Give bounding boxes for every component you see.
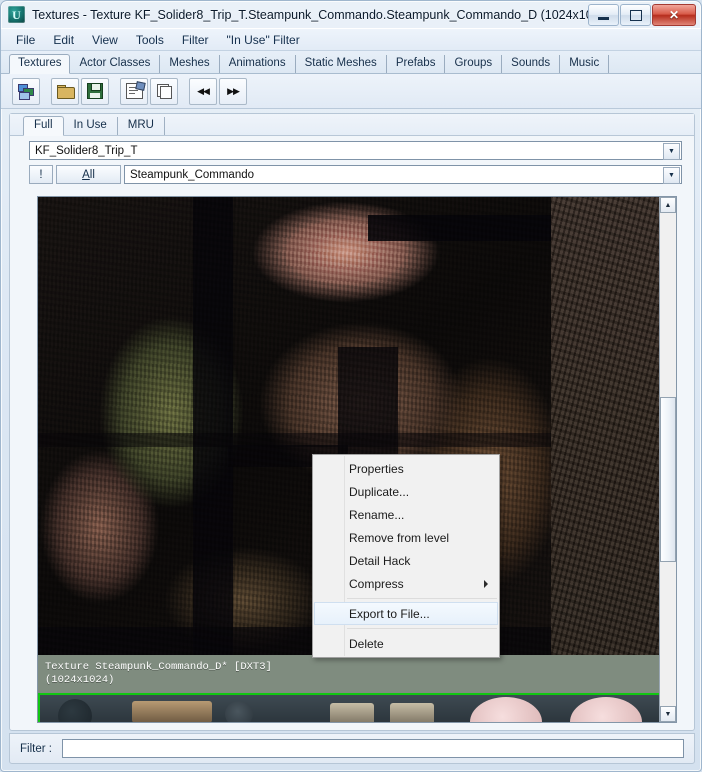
- context-menu-item-rename[interactable]: Rename...: [314, 503, 498, 526]
- context-menu-item-delete[interactable]: Delete: [314, 632, 498, 655]
- nav-forward-icon: ▶▶: [227, 85, 240, 96]
- tab-animations[interactable]: Animations: [220, 54, 296, 73]
- bang-filter-button[interactable]: !: [29, 165, 53, 184]
- duplicate-button[interactable]: [150, 77, 178, 105]
- toolbar: ◀◀ ▶▶: [1, 74, 701, 109]
- group-combo-value: Steampunk_Commando: [130, 168, 255, 181]
- context-menu-item-detail-hack[interactable]: Detail Hack: [314, 549, 498, 572]
- context-menu-item-duplicate[interactable]: Duplicate...: [314, 480, 498, 503]
- filter-label: Filter :: [20, 742, 52, 755]
- open-package-button[interactable]: [51, 77, 79, 105]
- context-menu-item-compress[interactable]: Compress: [314, 572, 498, 595]
- nav-back-button[interactable]: ◀◀: [189, 77, 217, 105]
- maximize-button[interactable]: [620, 4, 651, 26]
- scroll-down-button[interactable]: ▼: [660, 706, 676, 722]
- texture-browser-window: U Textures - Texture KF_Solider8_Trip_T.…: [0, 0, 702, 772]
- browser-type-tabs: Textures Actor Classes Meshes Animations…: [1, 51, 701, 74]
- chevron-right-icon: [484, 579, 488, 588]
- texture-caption-line1: Texture Steampunk_Commando_D* [DXT3]: [45, 661, 272, 673]
- context-menu-separator-1: [347, 598, 497, 599]
- menu-tools[interactable]: Tools: [127, 31, 173, 49]
- package-combo[interactable]: KF_Solider8_Trip_T ▼: [29, 141, 682, 160]
- menu-bar: File Edit View Tools Filter "In Use" Fil…: [1, 28, 701, 51]
- new-package-icon: [17, 83, 35, 100]
- package-row: KF_Solider8_Trip_T ▼: [10, 136, 694, 160]
- tab-prefabs[interactable]: Prefabs: [387, 54, 446, 73]
- app-logo-icon: U: [8, 6, 25, 23]
- close-button[interactable]: ✕: [652, 4, 696, 26]
- tab-meshes[interactable]: Meshes: [160, 54, 220, 73]
- chevron-down-icon[interactable]: ▼: [663, 143, 680, 160]
- context-menu-item-compress-label: Compress: [349, 576, 404, 591]
- subtab-mru[interactable]: MRU: [118, 116, 165, 135]
- subtab-in-use[interactable]: In Use: [64, 116, 118, 135]
- menu-edit[interactable]: Edit: [44, 31, 83, 49]
- texture-caption: Texture Steampunk_Commando_D* [DXT3] (10…: [38, 655, 659, 693]
- package-combo-value: KF_Solider8_Trip_T: [35, 144, 138, 157]
- chevron-down-icon-group[interactable]: ▼: [663, 167, 680, 184]
- minimize-icon: [598, 16, 609, 20]
- menu-view[interactable]: View: [83, 31, 127, 49]
- texture-context-menu[interactable]: Properties Duplicate... Rename... Remove…: [312, 454, 500, 658]
- menu-filter[interactable]: Filter: [173, 31, 218, 49]
- view-mode-tabs: Full In Use MRU: [10, 114, 694, 136]
- filter-input[interactable]: [61, 739, 684, 758]
- all-groups-button[interactable]: All: [56, 165, 121, 184]
- title-bar: U Textures - Texture KF_Solider8_Trip_T.…: [1, 1, 701, 28]
- scroll-up-button[interactable]: ▲: [660, 197, 676, 213]
- properties-icon: [125, 81, 146, 99]
- nav-forward-button[interactable]: ▶▶: [219, 77, 247, 105]
- group-combo[interactable]: Steampunk_Commando ▼: [124, 165, 682, 184]
- context-menu-item-export-to-file[interactable]: Export to File...: [314, 602, 498, 625]
- menu-in-use-filter[interactable]: "In Use" Filter: [218, 31, 309, 49]
- new-package-button[interactable]: [12, 77, 40, 105]
- texture-thumbnail-next-selected[interactable]: [38, 693, 659, 722]
- properties-button[interactable]: [120, 77, 148, 105]
- save-disk-icon: [87, 83, 103, 99]
- duplicate-icon: [156, 84, 172, 99]
- viewport-scrollbar[interactable]: ▲ ▼: [659, 197, 676, 722]
- subtab-full[interactable]: Full: [23, 115, 64, 136]
- tab-music[interactable]: Music: [560, 54, 610, 73]
- tab-textures[interactable]: Textures: [9, 53, 71, 74]
- context-menu-item-properties[interactable]: Properties: [314, 457, 498, 480]
- scrollbar-thumb[interactable]: [660, 397, 676, 562]
- group-row: ! All Steampunk_Commando ▼: [10, 160, 694, 184]
- context-menu-item-remove-from-level[interactable]: Remove from level: [314, 526, 498, 549]
- open-folder-icon: [56, 84, 75, 99]
- menu-file[interactable]: File: [7, 31, 44, 49]
- tab-actor-classes[interactable]: Actor Classes: [70, 54, 161, 73]
- tab-groups[interactable]: Groups: [445, 54, 503, 73]
- context-menu-separator-2: [347, 628, 497, 629]
- tab-static-meshes[interactable]: Static Meshes: [296, 54, 387, 73]
- texture-thumbnail-secondary[interactable]: [551, 197, 659, 655]
- filter-bar: Filter :: [9, 733, 695, 764]
- texture-caption-line2: (1024x1024): [45, 674, 115, 686]
- save-package-button[interactable]: [81, 77, 109, 105]
- window-title: Textures - Texture KF_Solider8_Trip_T.St…: [32, 7, 611, 22]
- window-controls: ✕: [587, 4, 696, 26]
- all-groups-label: All: [82, 168, 95, 181]
- nav-back-icon: ◀◀: [197, 85, 210, 96]
- tab-sounds[interactable]: Sounds: [502, 54, 561, 73]
- minimize-button[interactable]: [588, 4, 619, 26]
- maximize-icon: [629, 9, 642, 21]
